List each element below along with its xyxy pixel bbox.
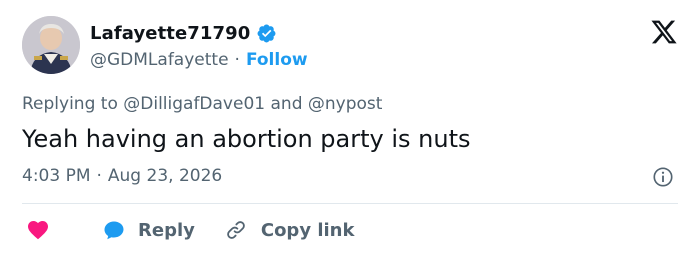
follow-button[interactable]: Follow (246, 50, 308, 70)
divider (22, 203, 678, 204)
reply-bubble-icon (104, 221, 124, 240)
tweet-time[interactable]: 4:03 PM (22, 166, 91, 186)
author-handle[interactable]: @GDMLafayette (90, 50, 229, 70)
mention-link[interactable]: @DilligafDave01 (123, 94, 265, 114)
author-handle-row: @GDMLafayette · Follow (90, 48, 308, 72)
author-display-name[interactable]: Lafayette71790 (90, 23, 250, 44)
replying-conjunction: and (270, 94, 303, 114)
copy-link-button[interactable]: Copy link (225, 219, 355, 241)
reply-button[interactable]: Reply (102, 218, 195, 242)
avatar[interactable] (22, 16, 80, 74)
info-icon[interactable] (652, 166, 674, 188)
separator-dot: · (234, 50, 240, 70)
link-icon (227, 221, 245, 239)
author-name-row: Lafayette71790 (90, 20, 277, 46)
tweet-timestamp[interactable]: 4:03 PM · Aug 23, 2026 (22, 166, 222, 186)
replying-to-line: Replying to @DilligafDave01 and @nypost (22, 94, 382, 114)
avatar-portrait-image (22, 16, 80, 74)
tweet-embed-card: Lafayette71790 @GDMLafayette · Follow Re… (0, 0, 700, 256)
verified-icon (257, 24, 276, 42)
heart-icon[interactable] (26, 218, 50, 242)
tweet-text: Yeah having an abortion party is nuts (22, 125, 471, 153)
replying-prefix: Replying to (22, 94, 118, 114)
x-logo-icon[interactable] (650, 18, 678, 46)
tweet-actions-bar: Reply Copy link (26, 214, 354, 246)
separator-dot: · (96, 166, 102, 186)
copy-link-label[interactable]: Copy link (261, 220, 355, 241)
reply-label[interactable]: Reply (138, 220, 195, 241)
mention-link[interactable]: @nypost (308, 94, 383, 114)
tweet-date[interactable]: Aug 23, 2026 (108, 166, 222, 186)
